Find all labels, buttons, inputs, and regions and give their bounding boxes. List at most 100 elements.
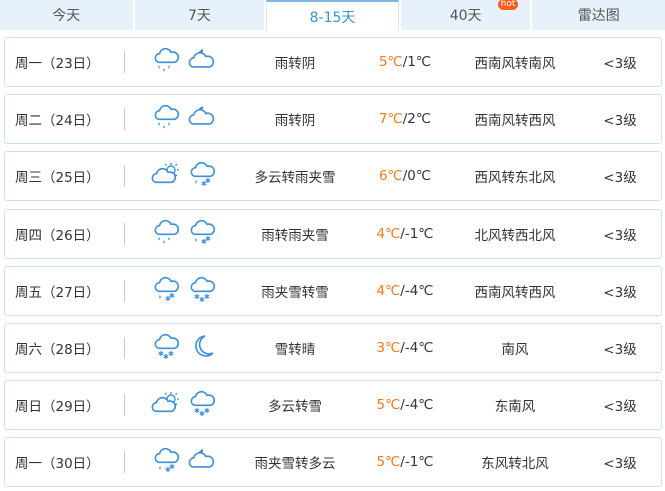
high-temp: 6℃ [378, 168, 403, 185]
weather-icons: ✱ ✱ [150, 446, 216, 476]
forecast-row: 周四（26日） ✱ ✱ 雨转雨夹雪 4℃/-1℃ 北风转西北风 <3级 [4, 208, 662, 259]
wind-level: <3级 [603, 284, 637, 301]
svg-text:✱: ✱ [204, 293, 210, 301]
weather-icons: ✱ ✱ [150, 218, 216, 248]
rain-icon [154, 47, 180, 72]
temperature: 5℃/-1℃ [360, 454, 450, 470]
divider [124, 222, 125, 245]
day-label: 周一（23日） [15, 56, 100, 72]
weather-description: 雨转阴 [274, 56, 316, 72]
tab-label: 雷达图 [577, 8, 620, 24]
temperature: 4℃/-4℃ [360, 283, 450, 299]
high-temp: 5℃ [376, 397, 401, 414]
tab-7-days[interactable]: 7天 [134, 0, 265, 30]
day-label: 周一（30日） [15, 456, 100, 473]
cloudy-night-icon [188, 449, 215, 469]
cloudy-night-icon [188, 49, 215, 68]
divider [124, 337, 125, 359]
forecast-row: 周日（29日） ✱ ✱ ✱ 多云转雪 5℃/-4℃ 东南风 <3级 [4, 380, 662, 431]
tab-label: 8-15天 [309, 9, 356, 26]
wind-level: <3级 [603, 227, 637, 244]
weather-description: 雪转晴 [274, 342, 316, 358]
moon-icon [195, 335, 214, 357]
high-temp: 4℃ [376, 225, 401, 242]
svg-text:✱: ✱ [169, 292, 175, 300]
day-label: 周二（24日） [15, 113, 100, 130]
wind-level: <3级 [603, 456, 637, 473]
divider [124, 165, 125, 188]
tab-8-15-days[interactable]: 8-15天 [266, 0, 399, 31]
wind-level: <3级 [603, 399, 637, 416]
svg-text:✱: ✱ [169, 463, 175, 471]
snow-icon: ✱ ✱ ✱ [190, 276, 216, 304]
wind-direction: 西南风转西风 [474, 284, 556, 301]
temperature: 3℃/-4℃ [360, 340, 450, 356]
forecast-row: 周一（30日） ✱ ✱ 雨夹雪转多云 5℃/-1℃ 东风转北风 <3级 [4, 437, 662, 488]
tab-radar[interactable]: 雷达图 [532, 0, 665, 30]
divider [124, 279, 125, 302]
tab-label: 今天 [52, 8, 81, 24]
partly-cloudy-icon [151, 163, 179, 184]
low-temp: /1℃ [402, 54, 432, 70]
tab-today[interactable]: 今天 [0, 0, 133, 30]
wind-level: <3级 [603, 113, 637, 130]
weather-icons: ✱ ✱ ✱ ✱ ✱ [150, 275, 216, 305]
forecast-row: 周二（24日） 雨转阴 7℃/2℃ 西南风转西风 <3级 [4, 94, 662, 145]
low-temp: /2℃ [402, 111, 432, 128]
partly-cloudy-icon [151, 392, 179, 413]
tab-label: 7天 [187, 8, 211, 24]
weather-icons [150, 103, 216, 133]
divider [124, 51, 125, 73]
forecast-tabs: 今天 7天 8-15天 40天 hot 雷达图 [0, 0, 665, 31]
sleet-icon: ✱✱ [154, 276, 180, 303]
weather-description: 雨夹雪转雪 [261, 284, 329, 301]
divider [124, 394, 125, 417]
day-label: 周三（25日） [15, 170, 100, 187]
low-temp: /0℃ [402, 168, 432, 185]
forecast-row: 周六（28日） ✱ ✱ ✱ 雪转晴 3℃/-4℃ 南风 <3级 [4, 323, 662, 373]
wind-direction: 东南风 [494, 399, 536, 416]
high-temp: 5℃ [376, 454, 401, 471]
weather-description: 多云转雨夹雪 [254, 170, 336, 187]
forecast-row: 周一（23日） 雨转阴 5℃/1℃ 西南风转南风 <3级 [4, 37, 662, 87]
low-temp: /-1℃ [400, 454, 434, 471]
low-temp: /-4℃ [400, 282, 434, 299]
temperature: 7℃/2℃ [360, 111, 450, 127]
cloudy-night-icon [188, 106, 215, 125]
forecast-row: 周三（25日） ✱ ✱ 多云转雨夹雪 6℃/0℃ 西风转东北风 <3级 [4, 151, 662, 202]
temperature: 4℃/-1℃ [360, 226, 450, 242]
weather-description: 雨转雨夹雪 [261, 227, 329, 244]
weather-description: 雨转阴 [274, 113, 316, 130]
day-label: 周日（29日） [15, 399, 100, 416]
sleet-icon: ✱✱ [190, 162, 216, 188]
svg-text:✱: ✱ [168, 350, 174, 358]
wind-level: <3级 [603, 170, 637, 187]
rain-icon [154, 219, 180, 244]
wind-direction: 西南风转南风 [474, 56, 556, 72]
sleet-icon: ✱✱ [190, 219, 216, 246]
high-temp: 5℃ [378, 54, 403, 70]
svg-text:✱: ✱ [205, 177, 211, 185]
wind-direction: 南风 [501, 342, 529, 358]
wind-direction: 西风转东北风 [474, 170, 556, 187]
wind-direction: 北风转西北风 [474, 227, 556, 244]
svg-text:✱: ✱ [204, 407, 210, 415]
high-temp: 3℃ [376, 340, 401, 356]
weather-icons: ✱ ✱ [150, 160, 216, 190]
divider [124, 108, 125, 131]
high-temp: 4℃ [376, 282, 401, 299]
tab-label: 40天 [449, 8, 482, 24]
tab-40-days[interactable]: 40天 hot [400, 0, 531, 30]
weather-icons: ✱ ✱ ✱ [150, 389, 216, 419]
day-label: 周四（26日） [15, 227, 100, 244]
weather-description: 雨夹雪转多云 [254, 456, 336, 473]
day-label: 周五（27日） [15, 284, 100, 301]
forecast-row: 周五（27日） ✱ ✱ ✱ ✱ ✱ 雨夹雪转雪 4℃/-4℃ 西南风转西风 <3级 [4, 265, 662, 316]
snow-icon: ✱ ✱ ✱ [154, 333, 180, 361]
low-temp: /-4℃ [400, 340, 434, 356]
snow-icon: ✱ ✱ ✱ [190, 391, 216, 418]
rain-icon [154, 105, 180, 129]
wind-direction: 西南风转西风 [474, 113, 556, 130]
low-temp: /-4℃ [400, 397, 434, 414]
temperature: 6℃/0℃ [360, 168, 450, 184]
